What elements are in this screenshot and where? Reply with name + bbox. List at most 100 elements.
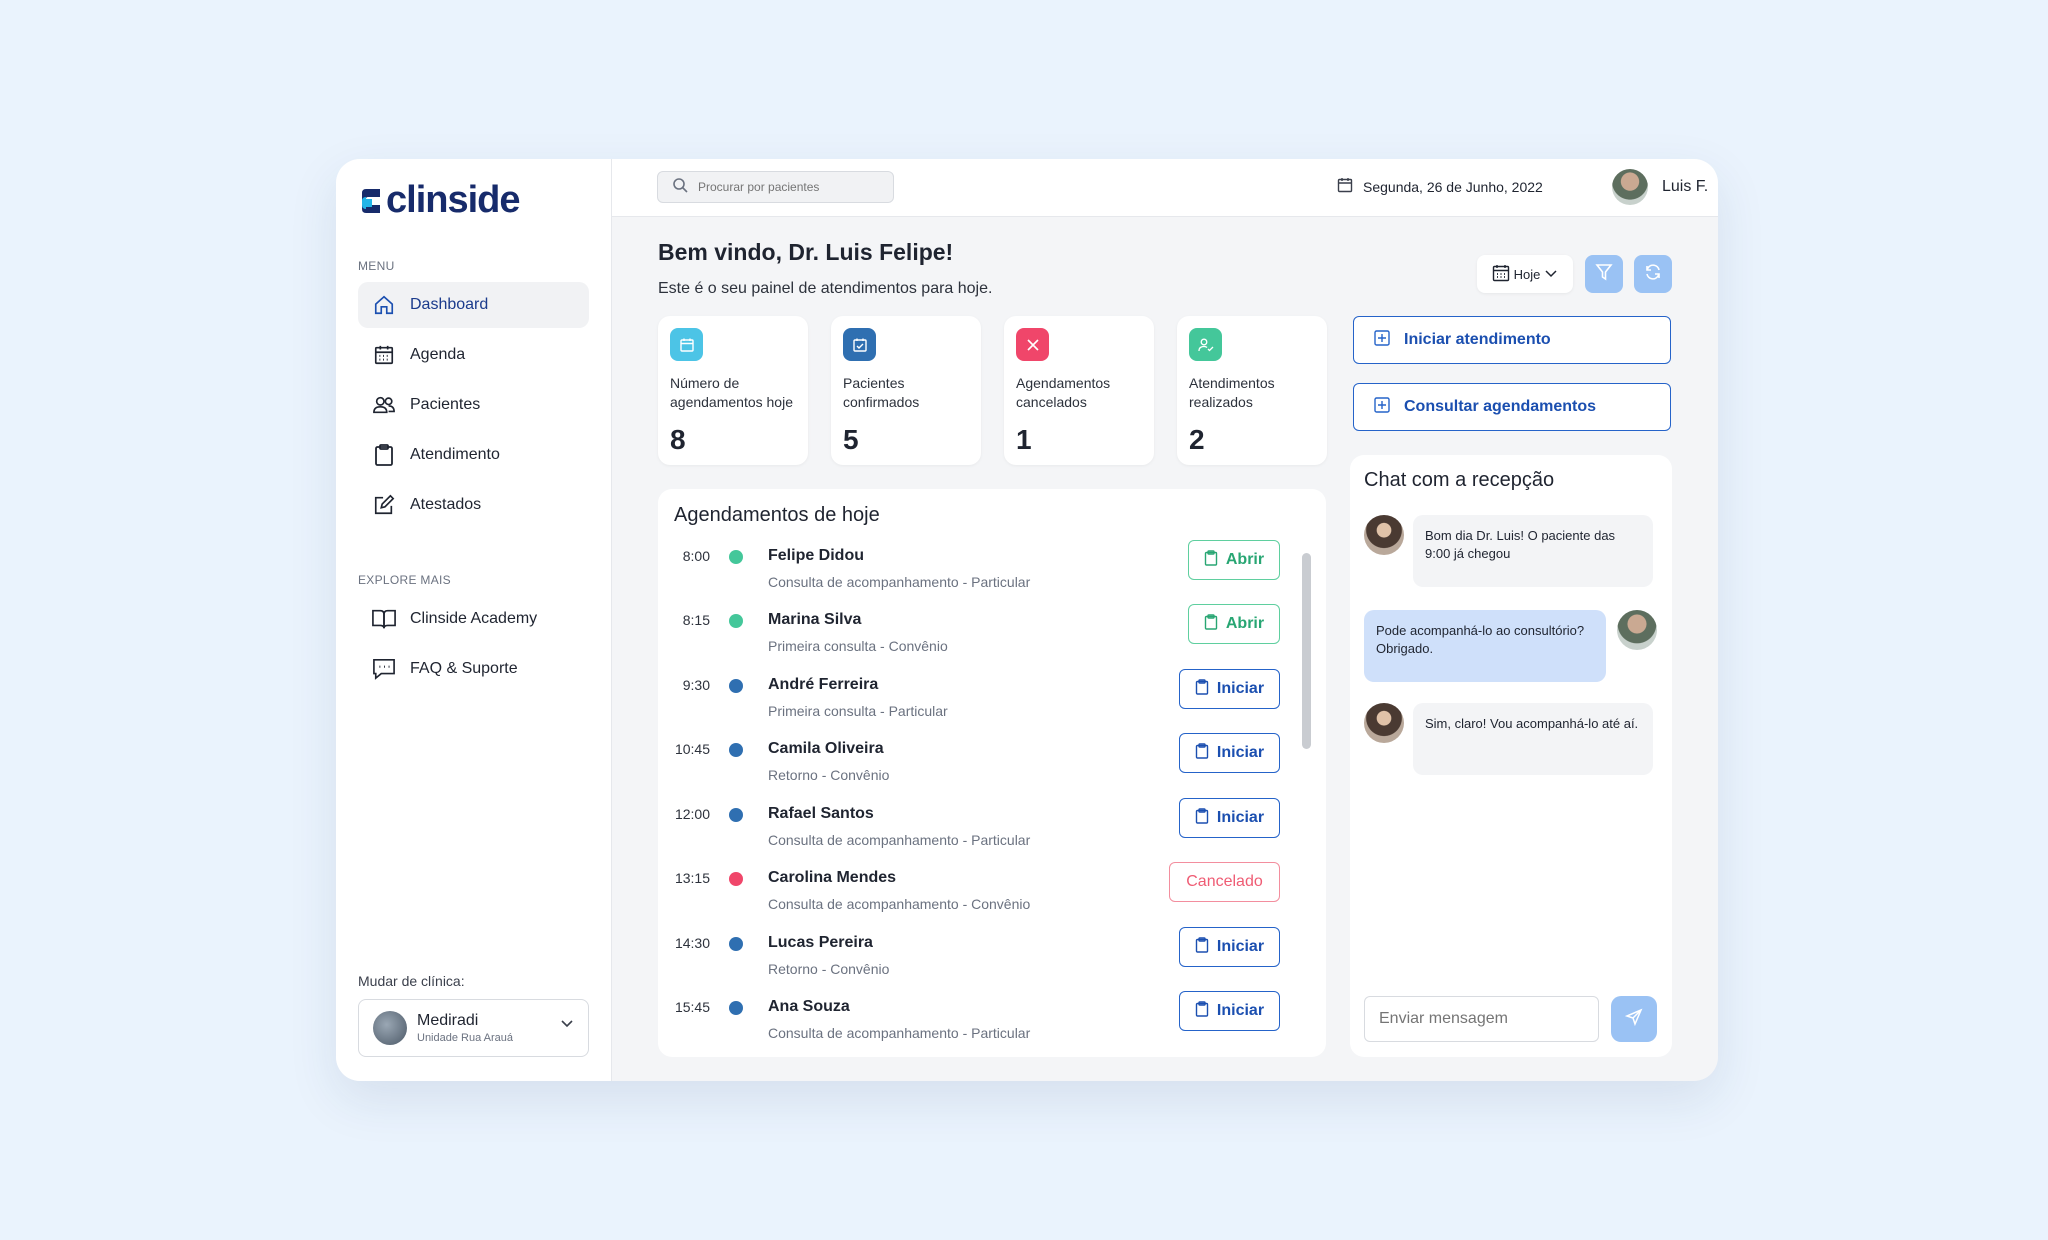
sidebar-item-atestados[interactable]: Atestados bbox=[358, 482, 589, 528]
start-button[interactable]: Iniciar bbox=[1179, 733, 1280, 773]
sidebar-item-dashboard[interactable]: Dashboard bbox=[358, 282, 589, 328]
plus-square-icon bbox=[1374, 396, 1390, 418]
table-row: 9:30 André Ferreira Primeira consulta - … bbox=[658, 669, 1298, 733]
calendar-icon bbox=[372, 343, 396, 367]
clipboard-icon bbox=[1195, 742, 1209, 764]
appointment-time: 8:00 bbox=[682, 548, 710, 564]
start-button-label: Iniciar bbox=[1216, 1002, 1265, 1019]
sidebar-item-agenda[interactable]: Agenda bbox=[358, 332, 589, 378]
appointment-desc: Consulta de acompanhamento - Particular bbox=[768, 574, 1031, 590]
open-button[interactable]: Abrir bbox=[1188, 540, 1280, 580]
appointment-time: 15:45 bbox=[674, 999, 710, 1015]
sidebar-item-label: Pacientes bbox=[410, 396, 481, 413]
start-button-label: Iniciar bbox=[1216, 938, 1265, 955]
start-button-label: Iniciar bbox=[1216, 680, 1265, 697]
sidebar-item-label: FAQ & Suporte bbox=[410, 660, 518, 677]
status-dot bbox=[729, 743, 743, 757]
patient-name[interactable]: Felipe Didou bbox=[768, 547, 864, 565]
avatar bbox=[1364, 515, 1404, 555]
patient-name[interactable]: Rafael Santos bbox=[768, 805, 874, 823]
clinic-select[interactable]: Mediradi Unidade Rua Arauá bbox=[358, 999, 589, 1057]
menu-section-label: MENU bbox=[358, 259, 395, 273]
period-select[interactable]: Hoje bbox=[1477, 255, 1573, 293]
start-button[interactable]: Iniciar bbox=[1179, 991, 1280, 1031]
refresh-button[interactable] bbox=[1634, 255, 1672, 293]
status-dot bbox=[729, 937, 743, 951]
send-button[interactable] bbox=[1611, 996, 1657, 1042]
explore-section-label: EXPLORE MAIS bbox=[358, 573, 451, 587]
calendar-icon bbox=[1337, 177, 1353, 196]
start-button-label: Iniciar bbox=[1216, 744, 1265, 761]
edit-icon bbox=[372, 493, 396, 517]
page-subtitle: Este é o seu painel de atendimentos para… bbox=[658, 280, 993, 297]
open-button-label: Abrir bbox=[1225, 615, 1265, 632]
stat-value: 8 bbox=[670, 424, 686, 455]
user-check-icon bbox=[1189, 328, 1222, 361]
appointment-desc: Consulta de acompanhamento - Convênio bbox=[768, 896, 1031, 912]
chat-message-input[interactable] bbox=[1364, 996, 1599, 1042]
patient-name[interactable]: Camila Oliveira bbox=[768, 740, 884, 758]
appointment-desc: Consulta de acompanhamento - Particular bbox=[768, 1025, 1031, 1041]
stat-label: Número de agendamentos hoje bbox=[670, 375, 793, 410]
start-button-label: Iniciar bbox=[1216, 809, 1265, 826]
page-title: Bem vindo, Dr. Luis Felipe! bbox=[658, 239, 954, 265]
clipboard-icon bbox=[1204, 549, 1218, 571]
patient-name[interactable]: Marina Silva bbox=[768, 611, 861, 629]
consult-appointments-button[interactable]: Consultar agendamentos bbox=[1353, 383, 1671, 431]
start-button[interactable]: Iniciar bbox=[1179, 798, 1280, 838]
patient-name[interactable]: André Ferreira bbox=[768, 676, 878, 694]
clipboard-icon bbox=[1195, 1000, 1209, 1022]
sidebar-item-label: Agenda bbox=[410, 346, 466, 363]
chat-message-outgoing: Pode acompanhá-lo ao consultório? Obriga… bbox=[1364, 610, 1606, 682]
patient-name[interactable]: Lucas Pereira bbox=[768, 934, 873, 952]
table-row: 12:00 Rafael Santos Consulta de acompanh… bbox=[658, 798, 1298, 862]
start-appointment-button[interactable]: Iniciar atendimento bbox=[1353, 316, 1671, 364]
patient-name[interactable]: Ana Souza bbox=[768, 998, 850, 1016]
clinic-unit: Unidade Rua Arauá bbox=[417, 1032, 514, 1044]
consult-appointments-label: Consultar agendamentos bbox=[1404, 398, 1597, 415]
sidebar-item-label: Clinside Academy bbox=[410, 610, 538, 627]
home-icon bbox=[372, 293, 396, 317]
scrollbar[interactable] bbox=[1302, 553, 1311, 749]
search-icon bbox=[672, 177, 688, 198]
start-appointment-label: Iniciar atendimento bbox=[1404, 331, 1551, 348]
appointment-time: 13:15 bbox=[674, 870, 710, 886]
appointment-time: 14:30 bbox=[674, 935, 710, 951]
stat-value: 1 bbox=[1016, 424, 1032, 455]
table-row: 8:00 Felipe Didou Consulta de acompanham… bbox=[658, 540, 1298, 604]
sidebar-item-academy[interactable]: Clinside Academy bbox=[358, 596, 589, 642]
avatar bbox=[1617, 610, 1657, 650]
clipboard-icon bbox=[372, 443, 396, 467]
filter-button[interactable] bbox=[1585, 255, 1623, 293]
appointment-time: 12:00 bbox=[674, 806, 710, 822]
search-box[interactable] bbox=[657, 171, 894, 203]
stat-label: Atendimentos realizados bbox=[1189, 375, 1275, 410]
cancelled-label: Cancelado bbox=[1186, 873, 1263, 890]
logo[interactable]: clinside bbox=[358, 179, 520, 222]
avatar bbox=[1612, 169, 1648, 205]
check-calendar-icon bbox=[843, 328, 876, 361]
clipboard-icon bbox=[1195, 936, 1209, 958]
appointment-desc: Primeira consulta - Convênio bbox=[768, 638, 948, 654]
table-row: 14:30 Lucas Pereira Retorno - Convênio I… bbox=[658, 927, 1298, 991]
appointments-panel: Agendamentos de hoje 8:00 Felipe Didou C… bbox=[658, 489, 1326, 1057]
clipboard-icon bbox=[1195, 678, 1209, 700]
user-name: Luis F. bbox=[1662, 178, 1709, 195]
stat-card-appointments: Número de agendamentos hoje 8 bbox=[658, 316, 808, 465]
sidebar-item-pacientes[interactable]: Pacientes bbox=[358, 382, 589, 428]
sidebar-item-faq[interactable]: FAQ & Suporte bbox=[358, 646, 589, 692]
sidebar-item-atendimento[interactable]: Atendimento bbox=[358, 432, 589, 478]
calendar-icon bbox=[670, 328, 703, 361]
start-button[interactable]: Iniciar bbox=[1179, 927, 1280, 967]
start-button[interactable]: Iniciar bbox=[1179, 669, 1280, 709]
table-row: 13:15 Carolina Mendes Consulta de acompa… bbox=[658, 862, 1298, 926]
search-input[interactable] bbox=[698, 180, 878, 194]
logo-mark-icon bbox=[358, 187, 382, 215]
chat-message-incoming: Sim, claro! Vou acompanhá-lo até aí. bbox=[1413, 703, 1653, 775]
brand-name: clinside bbox=[386, 179, 520, 221]
appointment-desc: Retorno - Convênio bbox=[768, 767, 890, 783]
topbar: Segunda, 26 de Junho, 2022 Luis F. bbox=[612, 159, 1718, 217]
patient-name[interactable]: Carolina Mendes bbox=[768, 869, 896, 887]
open-button[interactable]: Abrir bbox=[1188, 604, 1280, 644]
user-menu[interactable]: Luis F. bbox=[1612, 169, 1708, 205]
